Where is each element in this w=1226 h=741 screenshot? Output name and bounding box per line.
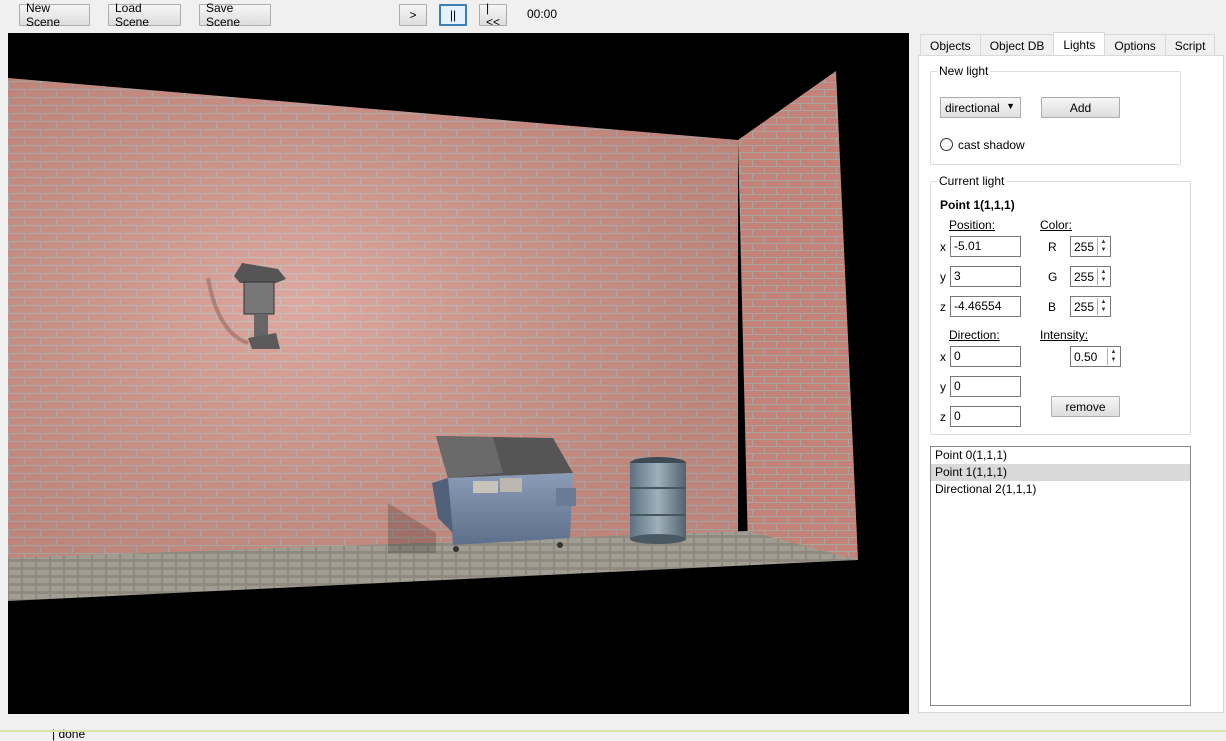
position-label: Position: (949, 218, 996, 232)
time-display: 00:00 (527, 7, 558, 21)
pos-z-label: z (940, 300, 946, 314)
list-item[interactable]: Directional 2(1,1,1) (931, 481, 1190, 498)
pos-y-label: y (940, 270, 946, 284)
dir-y-label: y (940, 380, 946, 394)
new-light-title: New light (937, 64, 991, 78)
load-scene-button[interactable]: Load Scene (108, 1, 181, 29)
pos-x-label: x (940, 240, 946, 254)
pause-button[interactable]: || (439, 4, 467, 26)
lights-list[interactable]: Point 0(1,1,1) Point 1(1,1,1) Directiona… (930, 446, 1191, 706)
new-light-group: New light directional ▼ Add cast shadow (930, 64, 1181, 165)
spin-arrows-icon[interactable]: ▲ ▼ (1107, 348, 1119, 365)
current-light-name: Point 1(1,1,1) (940, 198, 1015, 212)
list-item[interactable]: Point 1(1,1,1) (931, 464, 1190, 481)
direction-z-field[interactable]: 0 (950, 406, 1021, 427)
scene-viewport[interactable] (8, 33, 909, 714)
tab-object-db[interactable]: Object DB (979, 34, 1055, 56)
new-scene-button[interactable]: New Scene (19, 1, 90, 29)
dropdown-arrow-icon: ▼ (1006, 101, 1015, 111)
scene-render (8, 71, 858, 601)
color-g-spinbox[interactable]: 255 ▲ ▼ (1070, 266, 1111, 287)
intensity-label: Intensity: (1040, 328, 1089, 342)
tab-bar: Objects Object DB Lights Options Script (920, 32, 1216, 56)
direction-y-field[interactable]: 0 (950, 376, 1021, 397)
color-b-value: 255 (1074, 300, 1095, 314)
tab-objects[interactable]: Objects (920, 34, 981, 56)
spin-arrows-icon[interactable]: ▲ ▼ (1097, 298, 1109, 315)
remove-light-button[interactable]: remove (1051, 396, 1120, 417)
cast-shadow-label: cast shadow (958, 138, 1025, 152)
dir-z-label: z (940, 410, 946, 424)
color-r-spinbox[interactable]: 255 ▲ ▼ (1070, 236, 1111, 257)
color-r-label: R (1048, 240, 1057, 254)
current-light-title: Current light (937, 174, 1007, 188)
position-z-field[interactable]: -4.46554 (950, 296, 1021, 317)
color-b-spinbox[interactable]: 255 ▲ ▼ (1070, 296, 1111, 317)
light-type-value: directional (945, 101, 1000, 115)
color-label: Color: (1040, 218, 1073, 232)
list-item[interactable]: Point 0(1,1,1) (931, 447, 1190, 464)
barrel (630, 457, 686, 544)
save-scene-button[interactable]: Save Scene (199, 1, 271, 29)
color-g-value: 255 (1074, 270, 1095, 284)
bottom-divider (0, 730, 1226, 732)
direction-label: Direction: (949, 328, 1000, 342)
tab-lights[interactable]: Lights (1053, 32, 1106, 56)
direction-x-field[interactable]: 0 (950, 346, 1021, 367)
current-light-group: Current light Point 1(1,1,1) Position: C… (930, 174, 1191, 435)
position-x-field[interactable]: -5.01 (950, 236, 1021, 257)
rewind-button[interactable]: |<< (479, 1, 507, 29)
color-b-label: B (1048, 300, 1057, 314)
intensity-spinbox[interactable]: 0.50 ▲ ▼ (1070, 346, 1121, 367)
position-y-field[interactable]: 3 (950, 266, 1021, 287)
tab-script[interactable]: Script (1164, 34, 1216, 56)
color-g-label: G (1048, 270, 1058, 284)
color-r-value: 255 (1074, 240, 1095, 254)
spin-arrows-icon[interactable]: ▲ ▼ (1097, 238, 1109, 255)
spin-arrows-icon[interactable]: ▲ ▼ (1097, 268, 1109, 285)
cast-shadow-radio[interactable] (940, 138, 953, 151)
dir-x-label: x (940, 350, 946, 364)
add-light-button[interactable]: Add (1041, 97, 1120, 118)
play-button[interactable]: > (399, 4, 427, 26)
tab-options[interactable]: Options (1104, 34, 1166, 56)
light-type-select[interactable]: directional ▼ (940, 97, 1021, 118)
intensity-value: 0.50 (1074, 350, 1098, 364)
lights-panel: New light directional ▼ Add cast shadow … (918, 55, 1224, 713)
